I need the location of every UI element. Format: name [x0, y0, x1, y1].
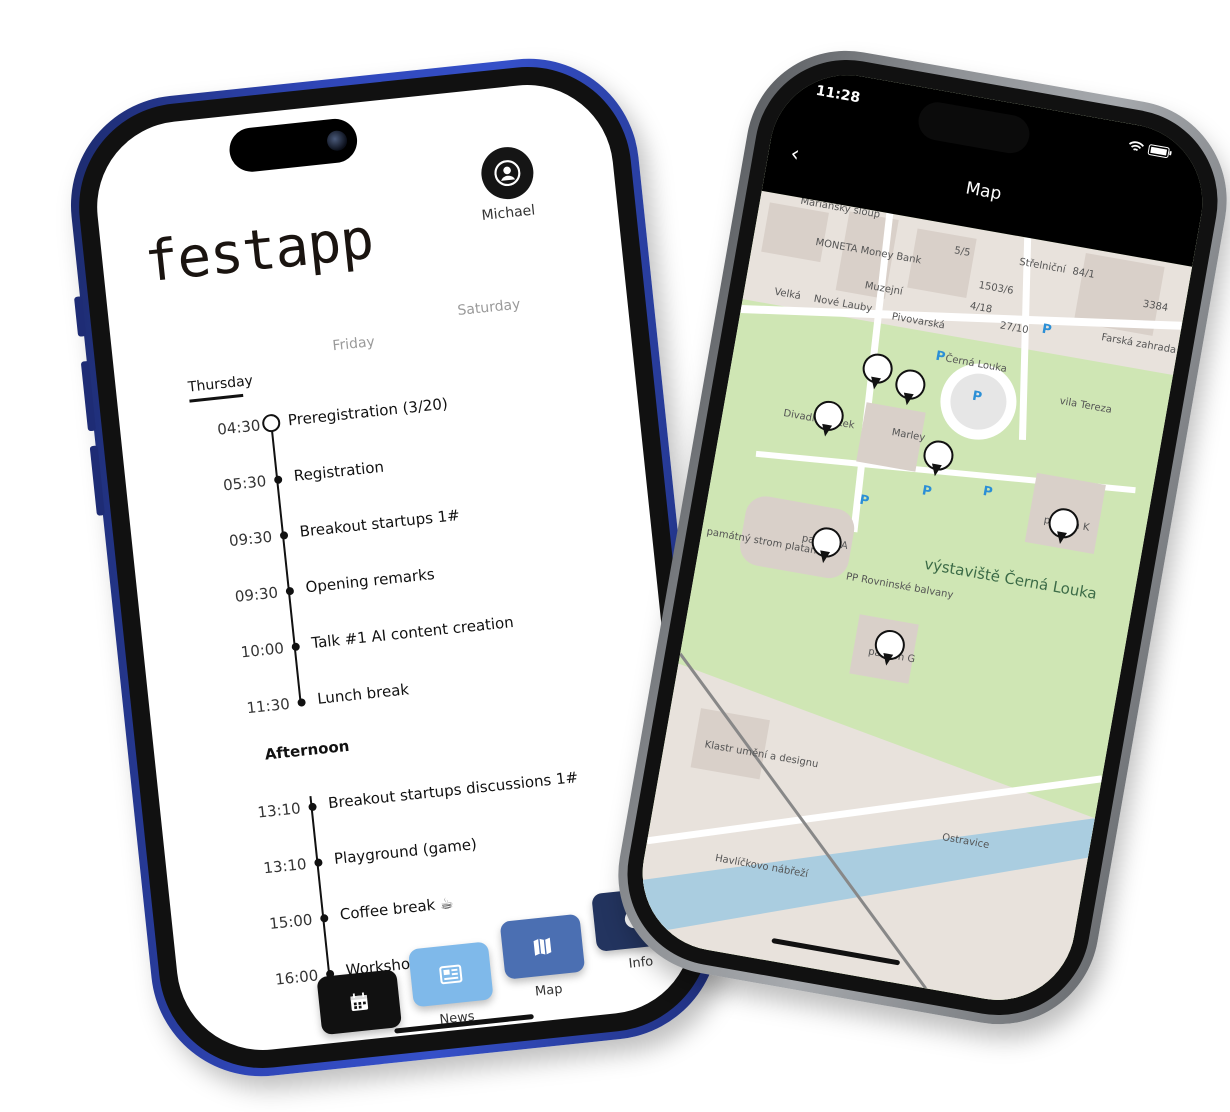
dynamic-island [227, 116, 360, 174]
map-screen: Mariánský sloup MONETA Money Bank Nové L… [630, 62, 1215, 1013]
event-title: Lunch break [316, 680, 410, 708]
event-time: 04:30 [216, 416, 262, 439]
timeline-dot [314, 858, 323, 868]
timeline-dot [279, 531, 289, 540]
news-icon [439, 964, 463, 985]
tab-thursday[interactable]: Thursday [187, 373, 253, 396]
schedule-item[interactable]: 09:30 Opening remarks [227, 543, 647, 609]
timeline-dot [261, 413, 282, 434]
event-time: 13:10 [256, 799, 302, 822]
afternoon-heading: Afternoon [263, 736, 351, 764]
event-title: Preregistration (3/20) [287, 394, 449, 430]
nav-news-button[interactable] [408, 941, 494, 1008]
dynamic-island [915, 99, 1033, 157]
event-time: 09:30 [228, 527, 274, 551]
event-time: 11:30 [245, 694, 291, 718]
tab-friday[interactable]: Friday [332, 334, 376, 354]
wifi-icon [1129, 141, 1145, 152]
nav-map-label: Map [534, 981, 564, 1000]
app-logo: festapp [141, 206, 376, 296]
event-title: Coffee break ☕ [339, 893, 455, 924]
schedule-item[interactable]: 13:10 Breakout startups discussions 1# [250, 759, 670, 825]
event-title: Registration [292, 457, 385, 486]
nav-my-schedule-button[interactable] [316, 969, 403, 1036]
schedule-item[interactable]: 11:30 Lunch break [239, 654, 659, 720]
event-time: 05:30 [222, 472, 268, 495]
timeline-dot [285, 586, 295, 596]
schedule-item[interactable]: 10:00 Talk #1 AI content creation [233, 598, 653, 664]
camera-icon [326, 129, 349, 152]
battery-icon [1147, 144, 1172, 158]
timeline-dot [308, 802, 317, 812]
event-title: Breakout startups 1# [298, 506, 461, 541]
event-time: 16:00 [274, 966, 320, 989]
map-phone: Mariánský sloup MONETA Money Bank Nové L… [602, 34, 1230, 1041]
event-time: 10:00 [239, 639, 285, 662]
event-title: Breakout startups discussions 1# [327, 768, 579, 813]
status-time: 11:28 [814, 82, 862, 107]
tab-saturday[interactable]: Saturday [457, 297, 521, 320]
event-title: Opening remarks [304, 564, 436, 597]
event-title: Talk #1 AI content creation [310, 612, 515, 653]
nav-map-button[interactable] [499, 913, 586, 980]
timeline-dot [319, 913, 329, 923]
timeline-dot [291, 642, 301, 652]
event-title: Playground (game) [333, 835, 478, 868]
user-name: Michael [480, 202, 536, 224]
event-time: 13:10 [262, 854, 308, 878]
active-day-underline [189, 393, 244, 403]
schedule-item[interactable]: 05:30 Registration [215, 431, 635, 497]
timeline-dot [297, 698, 306, 707]
timeline-line [269, 415, 302, 704]
user-avatar[interactable] [478, 144, 536, 202]
schedule-item[interactable]: 04:30 Preregistration (3/20) [210, 376, 630, 442]
user-icon [494, 160, 521, 187]
event-time: 09:30 [234, 583, 279, 606]
timeline-dot [273, 475, 283, 485]
calendar-icon [350, 992, 369, 1012]
schedule-item[interactable]: 09:30 Breakout startups 1# [221, 487, 641, 553]
status-icons [1127, 140, 1173, 162]
map-icon [533, 937, 552, 956]
event-time: 15:00 [268, 910, 314, 934]
schedule-item[interactable]: 13:10 Playground (game) [256, 814, 676, 880]
